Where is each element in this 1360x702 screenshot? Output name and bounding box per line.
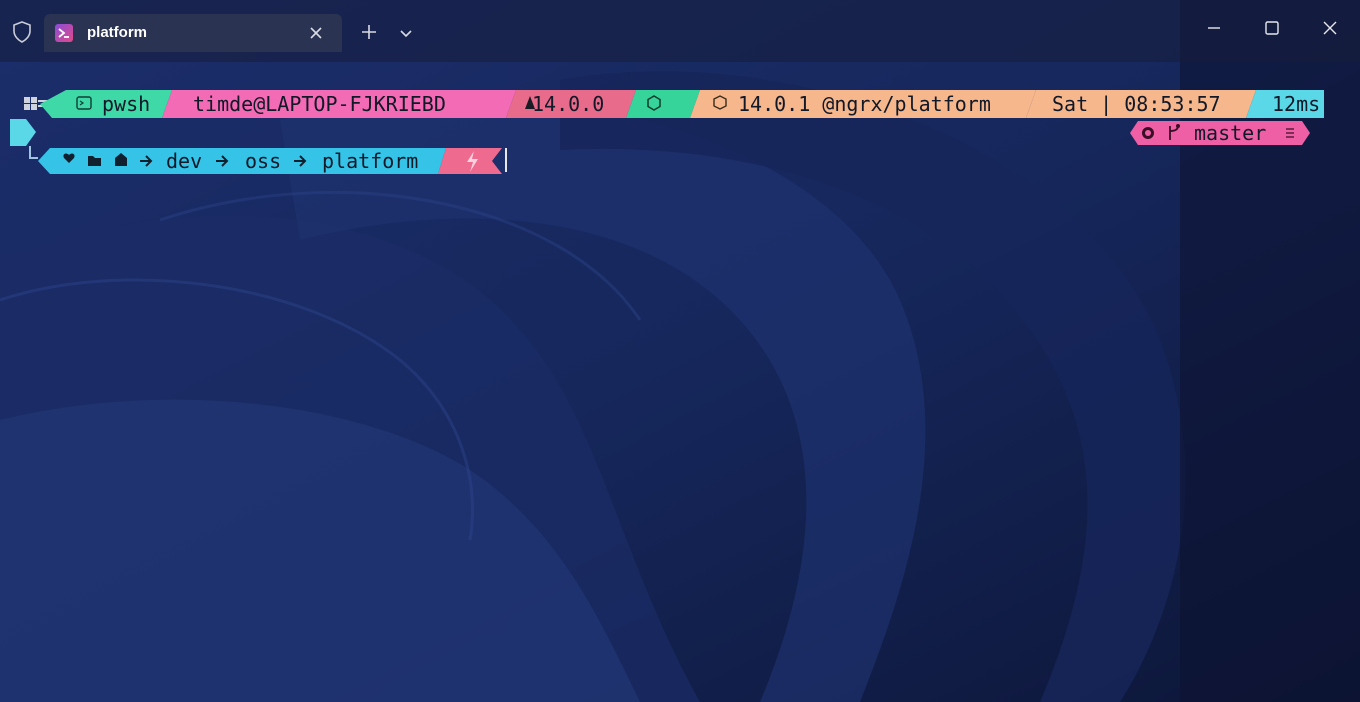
close-icon[interactable] (306, 23, 326, 43)
command-duration: 12ms (1272, 92, 1321, 116)
maximize-icon[interactable] (1260, 16, 1284, 40)
shield-icon (13, 21, 31, 43)
datetime: Sat | 08:53:57 (1052, 92, 1221, 116)
path-oss: oss (245, 149, 282, 173)
user-host: timde@LAPTOP-FJKRIEBD (193, 92, 446, 116)
connector-icon (29, 146, 38, 159)
git-branch: master (1194, 121, 1267, 145)
chevron-down-icon[interactable] (397, 24, 415, 42)
prompt-marker-icon (10, 119, 36, 146)
shell-name: pwsh (102, 92, 151, 116)
tab-platform[interactable]: platform (44, 14, 342, 52)
minimize-icon[interactable] (1202, 16, 1226, 40)
window-close-icon[interactable] (1318, 16, 1342, 40)
powershell-icon (55, 24, 73, 42)
plus-icon[interactable] (358, 21, 380, 43)
tab-title: platform (87, 24, 147, 41)
path-dev: dev (166, 149, 203, 173)
package-info: 14.0.1 @ngrx/platform (738, 92, 991, 116)
text-cursor (505, 148, 507, 172)
angular-version: 14.0.0 (532, 92, 605, 116)
path-platform: platform (322, 149, 419, 173)
